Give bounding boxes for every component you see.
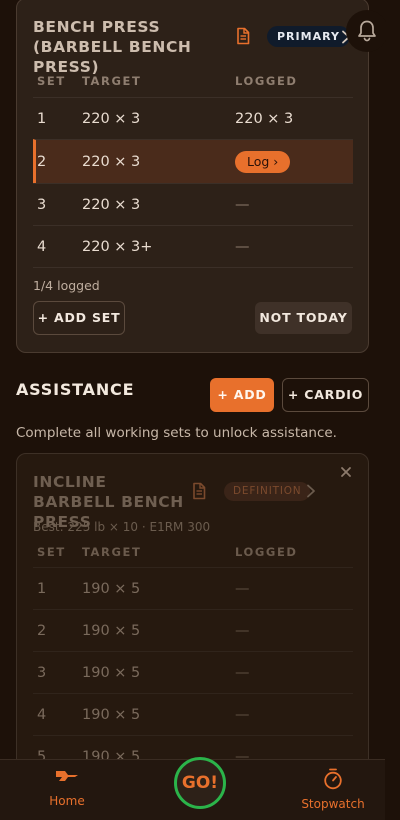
column-header-set: SET: [37, 74, 66, 88]
set-target: 190 × 5: [82, 581, 141, 597]
logged-count: 1/4 logged: [33, 278, 100, 293]
set-row: 2 190 × 5 —: [33, 609, 353, 651]
scrollbar-track[interactable]: [386, 0, 400, 820]
column-header-logged: LOGGED: [235, 74, 298, 88]
bottom-navigation: Home GO! Stopwatch: [0, 757, 385, 820]
set-number: 3: [37, 197, 47, 213]
exercise-title: Bench Press (Barbell Bench Press): [33, 18, 192, 76]
add-set-button[interactable]: + ADD SET: [33, 301, 125, 335]
nav-home[interactable]: Home: [27, 768, 107, 808]
set-row[interactable]: 3 220 × 3 —: [33, 183, 353, 225]
divider: [33, 267, 353, 268]
stopwatch-icon: [324, 768, 342, 790]
set-row-active[interactable]: 2 220 × 3 Log ›: [33, 139, 353, 183]
go-button[interactable]: GO!: [174, 757, 226, 809]
nav-home-label: Home: [49, 794, 85, 808]
set-target: 220 × 3: [82, 197, 141, 213]
not-today-button[interactable]: NOT TODAY: [255, 302, 352, 334]
primary-exercise-card: Bench Press (Barbell Bench Press) PRIMAR…: [16, 0, 369, 353]
set-number: 4: [37, 707, 47, 723]
add-cardio-button[interactable]: + CARDIO: [282, 378, 369, 412]
set-logged: —: [235, 707, 250, 723]
assistance-locked-hint: Complete all working sets to unlock assi…: [16, 425, 337, 441]
definition-badge: DEFINITION: [224, 482, 311, 501]
sets-table-header: SET TARGET LOGGED: [33, 74, 353, 94]
set-target: 190 × 5: [82, 623, 141, 639]
set-row[interactable]: 1 220 × 3 220 × 3: [33, 97, 353, 139]
column-header-logged: LOGGED: [235, 545, 298, 559]
set-number: 2: [37, 623, 47, 639]
set-target: 220 × 3+: [82, 239, 153, 255]
column-header-target: TARGET: [82, 74, 142, 88]
nav-stopwatch[interactable]: Stopwatch: [293, 768, 373, 811]
set-target: 220 × 3: [82, 111, 141, 127]
set-row: 1 190 × 5 —: [33, 567, 353, 609]
assistance-heading: ASSISTANCE: [16, 380, 135, 399]
set-row: 4 190 × 5 —: [33, 693, 353, 735]
set-number: 1: [37, 581, 47, 597]
set-row: 3 190 × 5 —: [33, 651, 353, 693]
assistance-exercise-card: Incline Barbell Bench Press DEFINITION B…: [16, 453, 369, 760]
close-icon[interactable]: [339, 465, 353, 479]
set-number: 3: [37, 665, 47, 681]
add-assistance-button[interactable]: + ADD: [210, 378, 274, 412]
column-header-set: SET: [37, 545, 66, 559]
notifications-button[interactable]: [346, 10, 388, 52]
barbell-icon: [56, 771, 78, 781]
chevron-right-icon[interactable]: [305, 484, 317, 498]
set-target: 190 × 5: [82, 665, 141, 681]
primary-badge: PRIMARY: [267, 26, 350, 47]
set-target: 220 × 3: [82, 154, 141, 170]
bell-icon: [358, 20, 376, 42]
set-number: 2: [37, 154, 47, 170]
set-logged: —: [235, 623, 250, 639]
main-scroll-area[interactable]: Bench Press (Barbell Bench Press) PRIMAR…: [0, 0, 400, 760]
nav-stopwatch-label: Stopwatch: [301, 797, 365, 811]
set-number: 1: [37, 111, 47, 127]
set-row: 5 190 × 5 —: [33, 735, 353, 760]
document-icon[interactable]: [190, 482, 208, 500]
set-target: 190 × 5: [82, 707, 141, 723]
column-header-target: TARGET: [82, 545, 142, 559]
set-number: 4: [37, 239, 47, 255]
log-set-button[interactable]: Log ›: [235, 151, 291, 173]
set-logged: —: [235, 197, 250, 213]
best-record: Best: 225 lb × 10 · E1RM 300: [33, 520, 211, 534]
set-logged: —: [235, 581, 250, 597]
document-icon[interactable]: [234, 27, 252, 45]
set-row[interactable]: 4 220 × 3+ —: [33, 225, 353, 267]
set-logged: 220 × 3: [235, 111, 294, 127]
sets-table-header: SET TARGET LOGGED: [33, 545, 353, 565]
set-logged: —: [235, 665, 250, 681]
set-logged: —: [235, 239, 250, 255]
